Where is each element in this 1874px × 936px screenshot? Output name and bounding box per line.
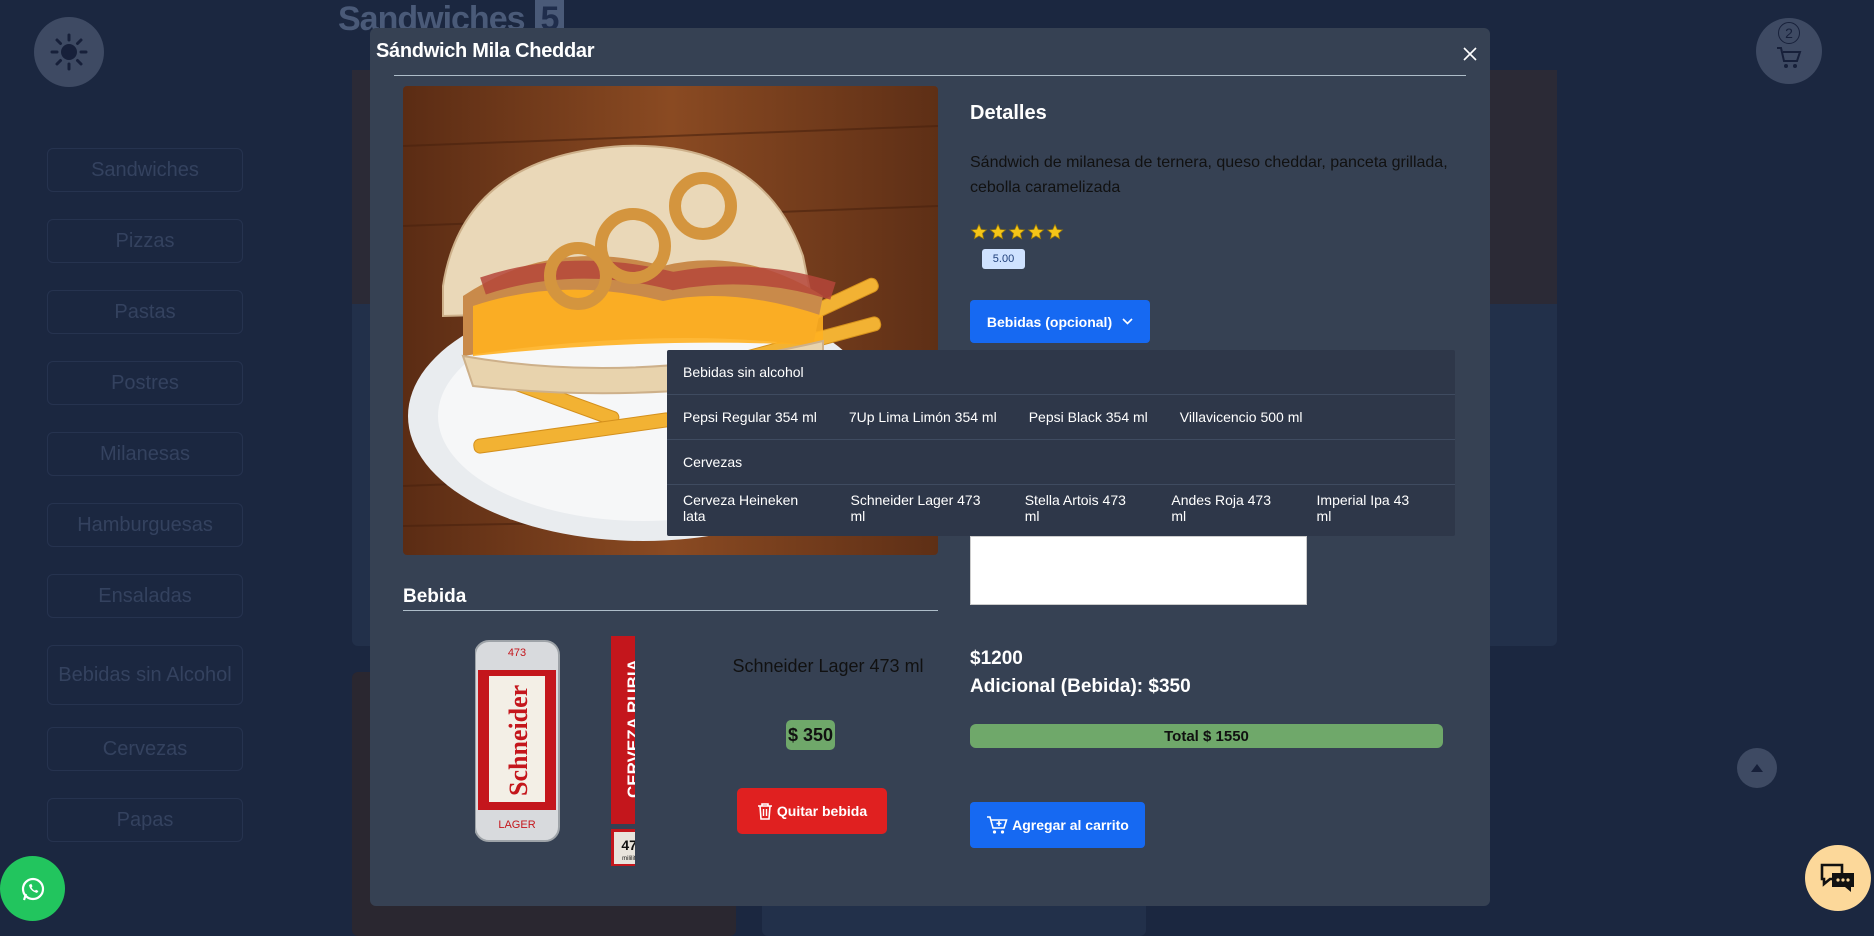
- chat-bubbles-icon: [1820, 863, 1854, 892]
- notes-textarea[interactable]: [970, 536, 1307, 605]
- dropdown-item-villavicencio[interactable]: Villavicencio 500 ml: [1180, 409, 1303, 425]
- dropdown-group-cervezas: Cervezas: [667, 440, 1455, 485]
- drink-extra-price: Adicional (Bebida): $350: [970, 676, 1191, 697]
- drink-image: 473 Schneider LAGER CERVEZA RUBIA 473 mi…: [474, 636, 655, 867]
- star-icon: [1046, 223, 1064, 240]
- sidebar-item-cervezas[interactable]: Cervezas: [47, 727, 243, 771]
- dropdown-item-heineken[interactable]: Cerveza Heineken lata: [683, 492, 819, 524]
- sidebar-item-hamburguesas[interactable]: Hamburguesas: [47, 503, 243, 547]
- drink-section-heading: Bebida: [403, 586, 467, 607]
- sidebar-item-ensaladas[interactable]: Ensaladas: [47, 574, 243, 618]
- star-icon: [970, 223, 988, 240]
- svg-text:Schneider: Schneider: [504, 685, 533, 796]
- dropdown-group-row: Pepsi Regular 354 ml 7Up Lima Limón 354 …: [667, 395, 1455, 440]
- add-to-cart-label: Agregar al carrito: [1012, 817, 1129, 833]
- modal-title: Sándwich Mila Cheddar: [376, 40, 595, 62]
- product-description: Sándwich de milanesa de ternera, queso c…: [970, 154, 1448, 196]
- dropdown-item-andes-roja[interactable]: Andes Roja 473 ml: [1171, 492, 1284, 524]
- svg-text:CERVEZA RUBIA: CERVEZA RUBIA: [624, 659, 635, 798]
- svg-text:473: 473: [621, 837, 635, 853]
- sidebar-item-papas[interactable]: Papas: [47, 798, 243, 842]
- divider: [394, 75, 1466, 76]
- sidebar-item-pizzas[interactable]: Pizzas: [47, 219, 243, 263]
- drinks-dropdown-label: Bebidas (opcional): [986, 313, 1113, 330]
- sidebar-item-postres[interactable]: Postres: [47, 361, 243, 405]
- remove-drink-button[interactable]: Quitar bebida: [737, 788, 887, 834]
- dropdown-group-row: Cerveza Heineken lata Schneider Lager 47…: [667, 485, 1455, 530]
- dropdown-item-imperial-ipa[interactable]: Imperial Ipa 43 ml: [1317, 492, 1423, 524]
- drink-name: Schneider Lager 473 ml: [732, 656, 924, 676]
- dropdown-item-pepsi-regular[interactable]: Pepsi Regular 354 ml: [683, 409, 817, 425]
- star-icon: [989, 223, 1007, 240]
- star-icon: [1008, 223, 1026, 240]
- dropdown-item-7up-lima-limon[interactable]: 7Up Lima Limón 354 ml: [849, 409, 997, 425]
- star-icon: [1027, 223, 1045, 240]
- dropdown-item-schneider-lager[interactable]: Schneider Lager 473 ml: [851, 492, 993, 524]
- svg-text:mililitros: mililitros: [622, 856, 635, 862]
- sidebar-item-milanesas[interactable]: Milanesas: [47, 432, 243, 476]
- trash-icon: [757, 803, 772, 820]
- drinks-dropdown-menu: Bebidas sin alcohol Pepsi Regular 354 ml…: [667, 350, 1455, 536]
- close-button[interactable]: [1458, 42, 1482, 66]
- cart-icon: [1777, 47, 1802, 68]
- drinks-dropdown-button[interactable]: Bebidas (opcional): [970, 300, 1150, 343]
- product-modal: Sándwich Mila Cheddar Detalles Sándwich …: [370, 28, 1490, 906]
- svg-text:473: 473: [508, 647, 526, 659]
- dropdown-item-pepsi-black[interactable]: Pepsi Black 354 ml: [1029, 409, 1148, 425]
- sidebar-item-pastas[interactable]: Pastas: [47, 290, 243, 334]
- total-price-badge: Total $ 1550: [970, 724, 1443, 748]
- scroll-top-button[interactable]: [1737, 748, 1777, 788]
- cart-button[interactable]: 2: [1756, 18, 1822, 84]
- add-to-cart-button[interactable]: Agregar al carrito: [970, 802, 1145, 848]
- chat-button[interactable]: [1805, 845, 1871, 911]
- whatsapp-icon: [21, 877, 44, 900]
- divider: [403, 610, 938, 611]
- dropdown-group-bebidas-sin-alcohol: Bebidas sin alcohol: [667, 350, 1455, 395]
- cart-count-badge: 2: [1778, 22, 1800, 44]
- drink-price-badge: $ 350: [786, 720, 836, 750]
- close-icon: [1463, 47, 1477, 61]
- details-heading: Detalles: [970, 102, 1047, 124]
- category-sidebar: Sandwiches Pizzas Pastas Postres Milanes…: [47, 148, 243, 869]
- cart-plus-icon: [987, 816, 1008, 834]
- theme-toggle-button[interactable]: [34, 17, 104, 87]
- chevron-down-icon: [1122, 318, 1133, 325]
- rating-badge: 5.00: [982, 249, 1025, 269]
- remove-drink-label: Quitar bebida: [776, 803, 868, 819]
- base-price: $1200: [970, 648, 1023, 669]
- sidebar-item-sandwiches[interactable]: Sandwiches: [47, 148, 243, 192]
- svg-text:LAGER: LAGER: [498, 819, 535, 831]
- sun-icon: [50, 33, 88, 71]
- whatsapp-button[interactable]: [0, 856, 65, 921]
- caret-up-icon: [1751, 764, 1763, 772]
- dropdown-item-stella-artois[interactable]: Stella Artois 473 ml: [1025, 492, 1140, 524]
- rating-stars: [970, 223, 1064, 241]
- sidebar-item-bebidas-sin-alcohol[interactable]: Bebidas sin Alcohol: [47, 645, 243, 705]
